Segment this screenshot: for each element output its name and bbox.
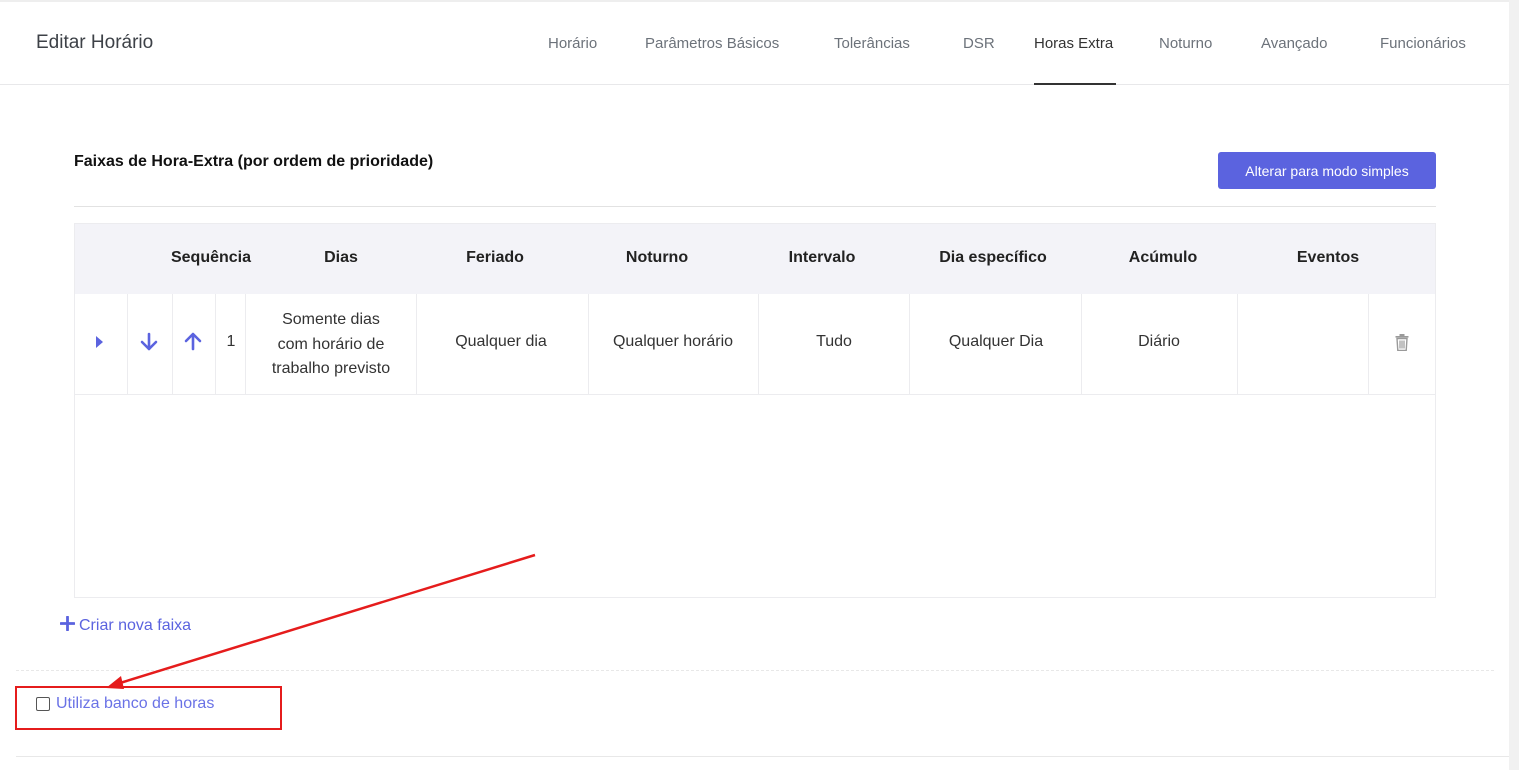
cell-divider: [758, 294, 759, 394]
tab-dsr[interactable]: DSR: [963, 35, 995, 52]
tab-horario[interactable]: Horário: [548, 35, 597, 52]
column-header-intervalo: Intervalo: [788, 249, 856, 266]
scrollbar-track[interactable]: [1509, 0, 1519, 770]
header: Editar Horário Horário Parâmetros Básico…: [0, 2, 1509, 85]
bottom-divider: [16, 756, 1509, 757]
tab-tolerancias[interactable]: Tolerâncias: [834, 35, 910, 52]
cell-dias-line: trabalho previsto: [271, 360, 391, 377]
cell-divider: [127, 294, 128, 394]
tab-noturno[interactable]: Noturno: [1159, 35, 1212, 52]
column-header-noturno: Noturno: [625, 249, 689, 266]
column-header-sequencia: Sequência: [170, 249, 252, 266]
cell-acumulo: Diário: [1138, 333, 1180, 350]
tab-horas-extra[interactable]: Horas Extra: [1034, 35, 1113, 52]
edit-schedule-panel: Editar Horário Horário Parâmetros Básico…: [0, 0, 1509, 770]
trash-icon[interactable]: [1395, 334, 1409, 356]
arrow-up-icon[interactable]: [183, 331, 203, 356]
column-header-feriado: Feriado: [466, 249, 524, 266]
cell-dia-especifico: Qualquer Dia: [948, 333, 1044, 350]
cell-feriado: Qualquer dia: [455, 333, 547, 350]
column-header-dias: Dias: [324, 249, 358, 266]
cell-divider: [215, 294, 216, 394]
tab-funcionarios[interactable]: Funcionários: [1380, 35, 1466, 52]
create-new-range-link[interactable]: Criar nova faixa: [59, 615, 192, 636]
section-separator: [16, 670, 1494, 671]
switch-simple-mode-button[interactable]: Alterar para modo simples: [1218, 152, 1436, 189]
cell-divider: [909, 294, 910, 394]
table-row: 1 Somente dias com horário de trabalho p…: [75, 294, 1435, 395]
cell-dias-line: com horário de: [277, 335, 385, 353]
cell-divider: [1368, 294, 1369, 394]
cell-divider: [1237, 294, 1238, 394]
tab-parametros-basicos[interactable]: Parâmetros Básicos: [645, 35, 779, 52]
arrow-down-icon[interactable]: [139, 332, 159, 357]
section-divider: [74, 206, 1436, 207]
cell-dias-line: Somente dias: [282, 311, 380, 328]
plus-icon: [59, 615, 76, 636]
cell-divider: [416, 294, 417, 394]
column-header-acumulo: Acúmulo: [1128, 249, 1198, 266]
column-header-dia-especifico: Dia específico: [939, 249, 1047, 266]
cell-noturno: Qualquer horário: [612, 333, 734, 350]
cell-divider: [172, 294, 173, 394]
cell-divider: [588, 294, 589, 394]
cell-divider: [1081, 294, 1082, 394]
cell-intervalo: Tudo: [816, 333, 852, 350]
create-new-range-label: Criar nova faixa: [79, 617, 192, 634]
section-title: Faixas de Hora-Extra (por ordem de prior…: [74, 153, 434, 170]
annotation-highlight-box: [15, 686, 282, 730]
caret-right-icon[interactable]: [95, 335, 105, 354]
tab-avancado[interactable]: Avançado: [1261, 35, 1327, 52]
page-title: Editar Horário: [36, 32, 154, 53]
cell-divider: [245, 294, 246, 394]
column-header-eventos: Eventos: [1296, 249, 1360, 266]
overtime-ranges-table: Sequência Dias Feriado Noturno Intervalo…: [74, 223, 1436, 598]
table-header: Sequência Dias Feriado Noturno Intervalo…: [75, 224, 1435, 294]
cell-dias: Somente dias com horário de trabalho pre…: [272, 308, 390, 382]
active-tab-indicator: [1034, 83, 1116, 85]
sequence-number: 1: [226, 333, 236, 350]
